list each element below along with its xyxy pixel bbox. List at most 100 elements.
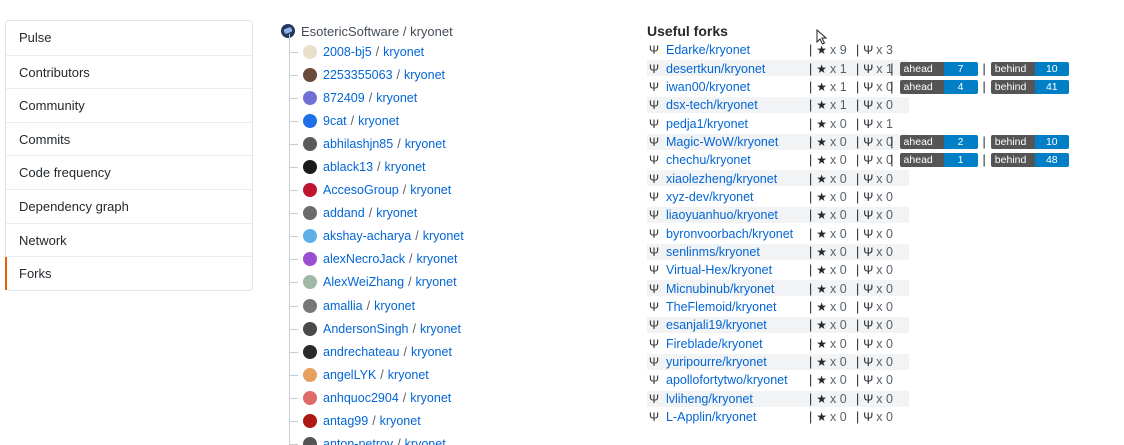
separator-bar: |: [809, 189, 813, 204]
fork-repo-link[interactable]: kryonet: [423, 229, 464, 243]
fork-name-link[interactable]: TheFlemoid/kryonet: [666, 300, 809, 314]
fork-repo-link[interactable]: kryonet: [416, 252, 457, 266]
fork-repo-link[interactable]: kryonet: [385, 160, 426, 174]
fork-name-link[interactable]: Micnubinub/kryonet: [666, 282, 809, 296]
star-count: x 0: [830, 171, 847, 186]
fork-repo-link[interactable]: kryonet: [376, 206, 417, 220]
avatar: [303, 344, 317, 359]
separator-bar: |: [982, 61, 986, 76]
fork-owner-link[interactable]: AccesoGroup: [323, 183, 399, 197]
fork-name-link[interactable]: pedja1/kryonet: [666, 117, 809, 131]
sidebar-item-network[interactable]: Network: [6, 222, 252, 257]
avatar: [303, 206, 317, 221]
fork-name-link[interactable]: Edarke/kryonet: [666, 43, 809, 57]
behind-badge-label: behind: [990, 61, 1035, 76]
sidebar-item-commits[interactable]: Commits: [6, 121, 252, 156]
fork-name-link[interactable]: apollofortytwo/kryonet: [666, 373, 809, 387]
fork-icon: Ψ: [863, 391, 874, 406]
fork-name-link[interactable]: liaoyuanhuo/kryonet: [666, 208, 809, 222]
fork-name-link[interactable]: xyz-dev/kryonet: [666, 190, 809, 204]
fork-owner-link[interactable]: angelLYK: [323, 368, 376, 382]
fork-icon: Ψ: [648, 263, 660, 278]
fork-repo-link[interactable]: kryonet: [405, 437, 446, 445]
fork-name-link[interactable]: Fireblade/kryonet: [666, 337, 809, 351]
fork-owner-link[interactable]: amallia: [323, 299, 363, 313]
fork-owner-link[interactable]: AlexWeiZhang: [323, 275, 404, 289]
fork-icon: Ψ: [648, 171, 660, 186]
behind-badge: behind 41: [990, 79, 1069, 94]
fork-name-link[interactable]: senlinms/kryonet: [666, 245, 809, 259]
separator-bar: |: [809, 244, 813, 259]
fork-name-link[interactable]: byronvoorbach/kryonet: [666, 227, 809, 241]
fork-owner-link[interactable]: AndersonSingh: [323, 322, 408, 336]
fork-name-link[interactable]: xiaolezheng/kryonet: [666, 172, 809, 186]
fork-icon: Ψ: [863, 355, 874, 370]
fork-name-link[interactable]: yuripourre/kryonet: [666, 355, 809, 369]
fork-owner-link[interactable]: 2253355063: [323, 68, 393, 82]
fork-icon: Ψ: [648, 61, 660, 76]
fork-owner-link[interactable]: 9cat: [323, 114, 347, 128]
separator-bar: |: [856, 171, 860, 186]
fork-repo-link[interactable]: kryonet: [374, 299, 415, 313]
tree-item: AlexWeiZhang / kryonet: [289, 271, 611, 294]
fork-owner-link[interactable]: anhquoc2904: [323, 391, 399, 405]
fork-repo-link[interactable]: kryonet: [383, 45, 424, 59]
fork-count: x 0: [876, 208, 893, 223]
fork-name-link[interactable]: chechu/kryonet: [666, 153, 809, 167]
fork-owner-link[interactable]: 872409: [323, 91, 365, 105]
fork-count: x 3: [876, 43, 893, 58]
fork-repo-link[interactable]: kryonet: [380, 414, 421, 428]
fork-name-link[interactable]: lvliheng/kryonet: [666, 392, 809, 406]
fork-owner-link[interactable]: ablack13: [323, 160, 373, 174]
fork-owner-link[interactable]: andrechateau: [323, 345, 399, 359]
fork-name-link[interactable]: desertkun/kryonet: [666, 62, 809, 76]
fork-repo-link[interactable]: kryonet: [410, 391, 451, 405]
fork-owner-link[interactable]: abhilashjn85: [323, 137, 393, 151]
fork-icon: Ψ: [863, 263, 874, 278]
fork-repo-link[interactable]: kryonet: [410, 183, 451, 197]
fork-repo-link[interactable]: kryonet: [420, 322, 461, 336]
fork-owner-link[interactable]: 2008-bj5: [323, 45, 372, 59]
fork-name-link[interactable]: Magic-WoW/kryonet: [666, 135, 809, 149]
separator-bar: |: [809, 226, 813, 241]
fork-icon: Ψ: [863, 373, 874, 388]
fork-name-link[interactable]: esanjali19/kryonet: [666, 318, 809, 332]
tree-root[interactable]: EsotericSoftware / kryonet: [281, 22, 611, 40]
fork-owner-link[interactable]: addand: [323, 206, 365, 220]
fork-name-link[interactable]: dsx-tech/kryonet: [666, 98, 809, 112]
tree-item: alexNecroJack / kryonet: [289, 248, 611, 271]
tree-item: AndersonSingh / kryonet: [289, 317, 611, 340]
path-separator: /: [368, 90, 373, 105]
sidebar-item-forks[interactable]: Forks: [5, 256, 252, 290]
fork-owner-link[interactable]: antag99: [323, 414, 368, 428]
sidebar-item-community[interactable]: Community: [6, 88, 252, 122]
star-count: x 0: [830, 336, 847, 351]
sidebar-item-pulse[interactable]: Pulse: [6, 21, 252, 55]
ahead-badge: ahead 1: [899, 153, 978, 168]
separator-bar: |: [856, 134, 860, 149]
sidebar-item-dependency-graph[interactable]: Dependency graph: [6, 188, 252, 223]
sidebar-item-contributors[interactable]: Contributors: [6, 54, 252, 89]
fork-repo-link[interactable]: kryonet: [416, 275, 457, 289]
fork-repo-link[interactable]: kryonet: [358, 114, 399, 128]
fork-name-link[interactable]: iwan00/kryonet: [666, 80, 809, 94]
fork-icon: Ψ: [863, 410, 874, 425]
star-icon: ★: [816, 373, 828, 388]
fork-name-link[interactable]: Virtual-Hex/kryonet: [666, 263, 809, 277]
fork-repo-link[interactable]: kryonet: [404, 68, 445, 82]
fork-repo-link[interactable]: kryonet: [411, 345, 452, 359]
fork-owner-link[interactable]: alexNecroJack: [323, 252, 405, 266]
fork-owner-link[interactable]: anton-petrov: [323, 437, 393, 445]
separator-bar: |: [809, 153, 813, 168]
star-count: x 0: [830, 153, 847, 168]
star-icon: ★: [816, 244, 828, 259]
fork-name-link[interactable]: L-Applin/kryonet: [666, 410, 809, 424]
separator-bar: |: [856, 336, 860, 351]
fork-repo-link[interactable]: kryonet: [376, 91, 417, 105]
useful-fork-row: Ψapollofortytwo/kryonet | ★ x 0 | Ψx 0: [647, 371, 1117, 389]
fork-repo-link[interactable]: kryonet: [388, 368, 429, 382]
fork-owner-link[interactable]: akshay-acharya: [323, 229, 411, 243]
fork-repo-link[interactable]: kryonet: [405, 137, 446, 151]
sidebar-item-code-frequency[interactable]: Code frequency: [6, 155, 252, 189]
separator-bar: |: [890, 153, 894, 168]
